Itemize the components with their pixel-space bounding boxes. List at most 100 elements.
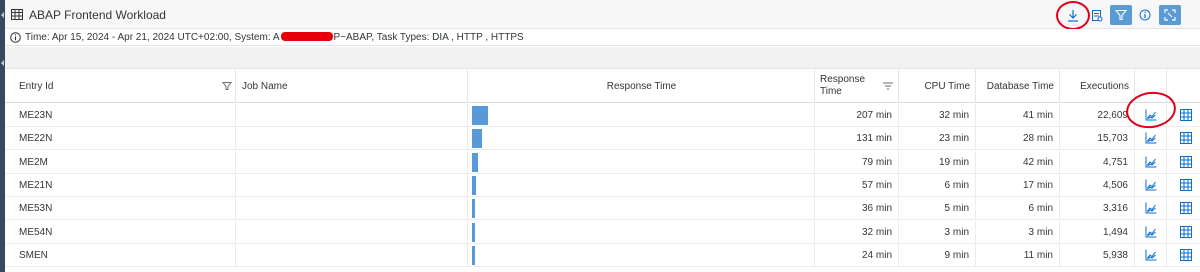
cell-job-name: [236, 220, 468, 244]
table-row[interactable]: SMEN 24 min 9 min 11 min 5,938: [5, 243, 1200, 267]
response-time-bar: [472, 129, 483, 149]
cell-chart: [1135, 150, 1167, 174]
cell-executions: 4,506: [1060, 173, 1135, 197]
table-row[interactable]: ME22N 131 min 23 min 28 min 15,703: [5, 127, 1200, 151]
cell-response-bar: [468, 173, 815, 197]
cell-details: [1167, 104, 1200, 127]
column-header-response-time-bar[interactable]: Response Time: [468, 69, 815, 103]
line-chart-icon[interactable]: [1145, 132, 1157, 144]
cell-db-time: 28 min: [976, 127, 1060, 151]
filter-button[interactable]: [1110, 5, 1132, 25]
cell-entry-id: ME21N: [5, 173, 236, 197]
cell-entry-id: ME2M: [5, 150, 236, 174]
table-row[interactable]: ME53N 36 min 5 min 6 min 3,316: [5, 197, 1200, 221]
column-header-cpu-time[interactable]: CPU Time: [899, 69, 976, 103]
response-time-bar: [472, 222, 475, 242]
column-header-response-time[interactable]: Response Time: [815, 69, 899, 103]
cell-entry-id: ME23N: [5, 104, 236, 127]
cell-chart: [1135, 243, 1167, 267]
cell-response-bar: [468, 150, 815, 174]
line-chart-icon[interactable]: [1145, 179, 1157, 191]
filter-info-bar: Time: Apr 15, 2024 - Apr 21, 2024 UTC+02…: [5, 29, 1200, 46]
table-grid-icon[interactable]: [1180, 155, 1192, 168]
cell-job-name: [236, 127, 468, 151]
table-grid-icon[interactable]: [1180, 132, 1192, 145]
sort-descending-icon[interactable]: [883, 82, 893, 90]
cell-response-bar: [468, 127, 815, 151]
table-icon: [11, 9, 23, 20]
panel-title: ABAP Frontend Workload: [29, 8, 166, 22]
table-grid-icon[interactable]: [1180, 202, 1192, 215]
cell-chart: [1135, 173, 1167, 197]
cell-job-name: [236, 243, 468, 267]
info-circle-icon: [10, 32, 21, 43]
cell-chart: [1135, 197, 1167, 221]
cell-details: [1167, 244, 1200, 267]
cell-cpu-time: 6 min: [899, 173, 976, 197]
cell-db-time: 11 min: [976, 243, 1060, 267]
cell-chart: [1135, 220, 1167, 244]
cell-executions: 5,938: [1060, 243, 1135, 267]
table-row[interactable]: ME54N 32 min 3 min 3 min 1,494: [5, 220, 1200, 244]
fullscreen-icon: [1164, 9, 1176, 21]
workload-panel: ABAP Frontend Workload Time: Apr 15, 202…: [5, 0, 1200, 272]
filter-summary-text: Time: Apr 15, 2024 - Apr 21, 2024 UTC+02…: [25, 32, 524, 43]
table-grid-icon[interactable]: [1180, 178, 1192, 191]
response-time-bar: [472, 245, 475, 265]
table-grid-icon[interactable]: [1180, 248, 1192, 261]
cell-response-bar: [468, 220, 815, 244]
cell-cpu-time: 3 min: [899, 220, 976, 244]
cell-response-time: 36 min: [815, 197, 899, 221]
line-chart-icon[interactable]: [1145, 109, 1157, 121]
cell-entry-id: ME53N: [5, 197, 236, 221]
panel-titlebar: ABAP Frontend Workload: [5, 0, 1200, 30]
line-chart-icon[interactable]: [1145, 202, 1157, 214]
fullscreen-button[interactable]: [1159, 5, 1181, 25]
cell-job-name: [236, 197, 468, 221]
cell-response-bar: [468, 197, 815, 221]
export-report-icon: [1092, 9, 1103, 21]
cell-details: [1167, 174, 1200, 197]
response-time-bar: [472, 199, 475, 219]
cell-executions: 1,494: [1060, 220, 1135, 244]
cell-details: [1167, 221, 1200, 244]
cell-response-time: 24 min: [815, 243, 899, 267]
table-header-row: Entry Id Job Name Response Time Response…: [5, 69, 1200, 103]
table-grid-icon[interactable]: [1180, 109, 1192, 121]
collapse-arrow-icon[interactable]: [1, 12, 4, 18]
line-chart-icon[interactable]: [1145, 226, 1157, 238]
cell-response-bar: [468, 104, 815, 127]
cell-entry-id: ME54N: [5, 220, 236, 244]
cell-response-time: 79 min: [815, 150, 899, 174]
cell-details: [1167, 197, 1200, 220]
cell-details: [1167, 151, 1200, 174]
cell-cpu-time: 32 min: [899, 104, 976, 127]
cell-db-time: 42 min: [976, 150, 1060, 174]
cell-response-time: 131 min: [815, 127, 899, 151]
response-time-bar: [472, 106, 488, 125]
filter-icon: [1115, 9, 1127, 21]
cell-details: [1167, 127, 1200, 150]
cell-cpu-time: 23 min: [899, 127, 976, 151]
cell-cpu-time: 5 min: [899, 197, 976, 221]
line-chart-icon[interactable]: [1145, 156, 1157, 168]
info-button[interactable]: [1134, 5, 1156, 25]
column-header-db-time[interactable]: Database Time: [976, 69, 1060, 103]
response-time-bar: [472, 175, 477, 195]
column-header-job-name[interactable]: Job Name: [236, 69, 468, 103]
cell-response-bar: [468, 243, 815, 267]
cell-entry-id: ME22N: [5, 127, 236, 151]
column-header-entry-id[interactable]: Entry Id: [5, 69, 236, 103]
table-row[interactable]: ME21N 57 min 6 min 17 min 4,506: [5, 173, 1200, 197]
line-chart-icon[interactable]: [1145, 249, 1157, 261]
cell-response-time: 32 min: [815, 220, 899, 244]
export-report-button[interactable]: [1086, 5, 1108, 25]
column-header-executions[interactable]: Executions: [1060, 69, 1135, 103]
expand-arrow-icon[interactable]: [1, 60, 4, 66]
table-row[interactable]: ME23N 207 min 32 min 41 min 22,609: [5, 104, 1200, 127]
cell-job-name: [236, 150, 468, 174]
column-filter-icon[interactable]: [222, 81, 232, 91]
table-grid-icon[interactable]: [1180, 225, 1192, 238]
table-row[interactable]: ME2M 79 min 19 min 42 min 4,751: [5, 150, 1200, 174]
download-button[interactable]: [1062, 5, 1084, 25]
